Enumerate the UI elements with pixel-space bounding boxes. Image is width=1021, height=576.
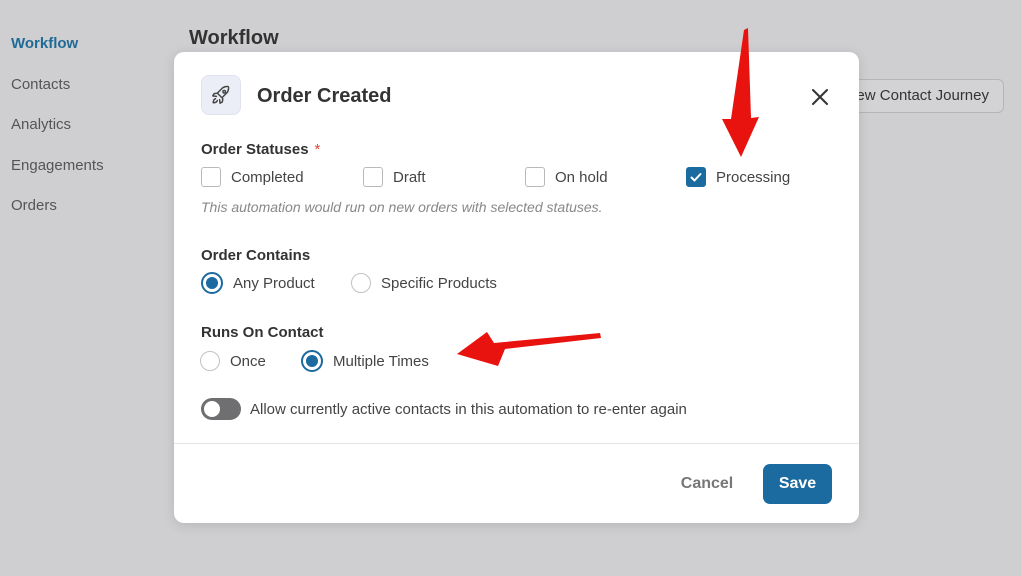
- order-statuses-label: Order Statuses *: [201, 141, 320, 158]
- status-option-processing[interactable]: Processing: [686, 166, 790, 188]
- checkbox[interactable]: [201, 167, 221, 187]
- radio[interactable]: [351, 273, 371, 293]
- sidebar: Workflow Contacts Analytics Engagements …: [0, 0, 170, 576]
- runs-option-once[interactable]: Once: [200, 349, 266, 373]
- status-option-on-hold[interactable]: On hold: [525, 166, 608, 188]
- radio-selected[interactable]: [301, 350, 323, 372]
- runs-on-contact-label: Runs On Contact: [201, 324, 324, 341]
- checkbox-checked[interactable]: [686, 167, 706, 187]
- radio-label: Any Product: [233, 274, 315, 292]
- status-option-label: Processing: [716, 168, 791, 186]
- order-statuses-label-text: Order Statuses: [201, 141, 309, 158]
- footer-divider: [174, 443, 859, 444]
- status-option-label: Draft: [393, 168, 426, 186]
- statuses-hint: This automation would run on new orders …: [201, 199, 603, 215]
- reenter-toggle[interactable]: [201, 398, 241, 420]
- contains-option-specific-products[interactable]: Specific Products: [351, 271, 497, 295]
- order-created-modal: Order Created Order Statuses * Completed …: [174, 52, 859, 523]
- runs-option-multiple-times[interactable]: Multiple Times: [301, 349, 429, 373]
- check-icon: [690, 173, 702, 182]
- sidebar-item-orders[interactable]: Orders: [11, 197, 57, 214]
- radio[interactable]: [200, 351, 220, 371]
- status-option-completed[interactable]: Completed: [201, 166, 304, 188]
- reenter-toggle-label: Allow currently active contacts in this …: [250, 400, 687, 418]
- rocket-icon: [201, 75, 241, 115]
- modal-header: Order Created: [174, 52, 859, 142]
- radio-label: Once: [230, 352, 266, 370]
- radio-selected[interactable]: [201, 272, 223, 294]
- close-icon[interactable]: [807, 84, 833, 110]
- sidebar-item-contacts[interactable]: Contacts: [11, 76, 70, 93]
- required-mark: *: [314, 141, 321, 158]
- cancel-button[interactable]: Cancel: [669, 464, 745, 504]
- radio-label: Specific Products: [381, 274, 497, 292]
- save-button[interactable]: Save: [763, 464, 832, 504]
- modal-title: Order Created: [257, 85, 392, 107]
- order-contains-label: Order Contains: [201, 247, 311, 264]
- status-option-draft[interactable]: Draft: [363, 166, 426, 188]
- sidebar-item-workflow[interactable]: Workflow: [11, 35, 78, 52]
- page-title: Workflow: [189, 27, 279, 49]
- contains-option-any-product[interactable]: Any Product: [201, 271, 315, 295]
- status-option-label: Completed: [231, 168, 304, 186]
- reenter-toggle-row: Allow currently active contacts in this …: [201, 398, 687, 420]
- sidebar-item-analytics[interactable]: Analytics: [11, 116, 71, 133]
- radio-label: Multiple Times: [333, 352, 429, 370]
- status-option-label: On hold: [555, 168, 608, 186]
- sidebar-item-engagements[interactable]: Engagements: [11, 157, 104, 174]
- checkbox[interactable]: [525, 167, 545, 187]
- checkbox[interactable]: [363, 167, 383, 187]
